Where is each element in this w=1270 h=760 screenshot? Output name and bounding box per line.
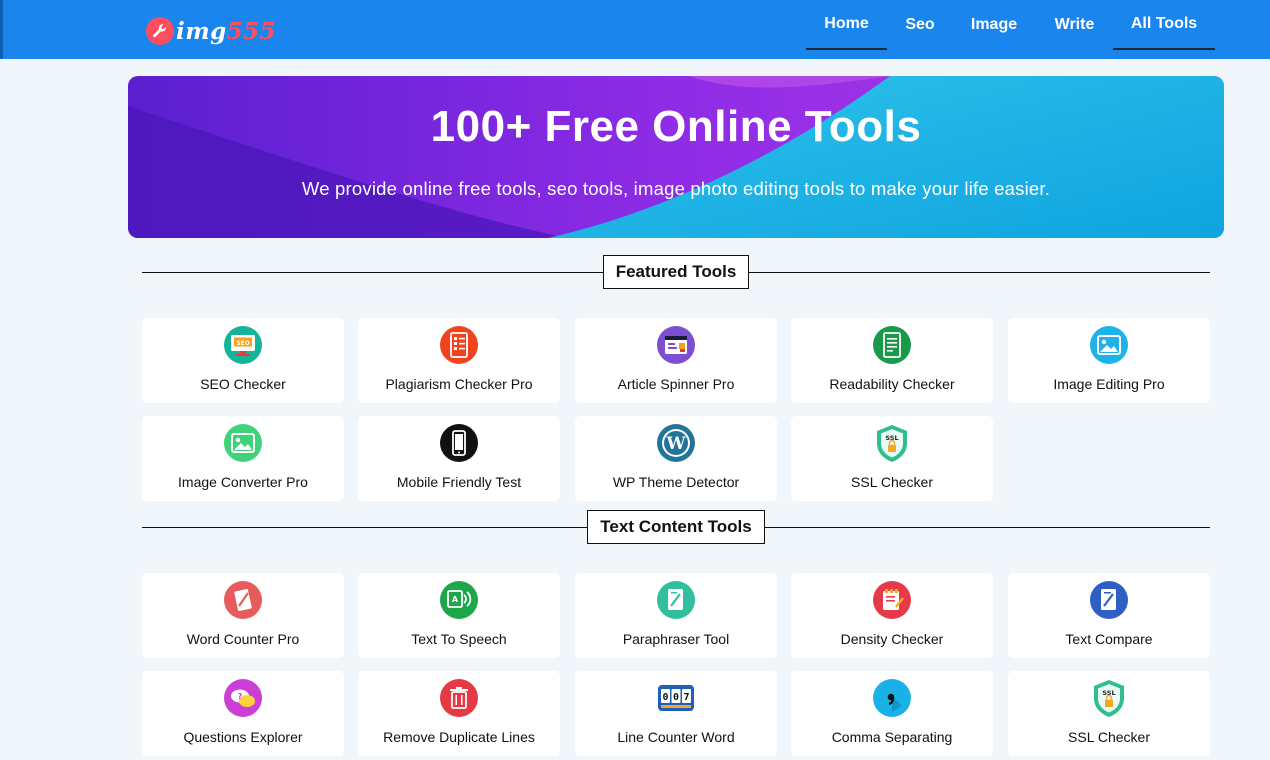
tool-card-remove-duplicate-lines[interactable]: Remove Duplicate Lines (358, 671, 560, 756)
nav-all-tools-label: All Tools (1130, 15, 1198, 32)
trash-icon (439, 678, 479, 718)
tool-card-label: Text To Speech (411, 631, 507, 647)
hero-title: 100+ Free Online Tools (430, 102, 922, 151)
tool-card-plagiarism-checker-pro[interactable]: Plagiarism Checker Pro (358, 318, 560, 403)
tool-card-label: Density Checker (840, 631, 944, 647)
logo-wordmark: img555 (176, 17, 277, 45)
nav-write-label: Write (1054, 16, 1095, 33)
tool-card-label: Mobile Friendly Test (396, 474, 522, 490)
wordpress-icon: W (656, 423, 696, 463)
svg-text:?: ? (238, 692, 243, 701)
site-logo[interactable]: img555 (146, 14, 276, 48)
paraphrase-icon (656, 580, 696, 620)
tool-card-mobile-friendly-test[interactable]: Mobile Friendly Test (358, 416, 560, 501)
tool-card-label: Image Editing Pro (1053, 376, 1165, 392)
tool-card-label: SSL Checker (1068, 729, 1150, 745)
tool-card-seo-checker[interactable]: SEO SEO Checker (142, 318, 344, 403)
nav-seo[interactable]: Seo (895, 0, 945, 50)
nav-image[interactable]: Image (958, 0, 1030, 50)
nav-home-label: Home (824, 15, 869, 32)
svg-text:0: 0 (673, 692, 679, 703)
hero-subtitle: We provide online free tools, seo tools,… (301, 178, 1051, 199)
seo-monitor-icon: SEO (223, 325, 263, 365)
tool-card-readability-checker[interactable]: Readability Checker (791, 318, 993, 403)
tool-card-label: Image Converter Pro (178, 474, 308, 490)
question-bubbles-icon: ? (223, 678, 263, 718)
mobile-icon (439, 423, 479, 463)
tool-card-text-to-speech[interactable]: A Text To Speech (358, 573, 560, 658)
tool-card-article-spinner-pro[interactable]: Article Spinner Pro (575, 318, 777, 403)
tool-card-comma-separating[interactable]: Comma Separating (791, 671, 993, 756)
tool-card-label: Line Counter Word (617, 729, 735, 745)
image-convert-icon (223, 423, 263, 463)
nav-write[interactable]: Write (1043, 0, 1106, 50)
ssl-shield-icon: SSL (1089, 678, 1129, 718)
svg-text:A: A (452, 595, 459, 604)
tool-card-line-counter-word[interactable]: 0 0 7 Line Counter Word (575, 671, 777, 756)
svg-text:SEO: SEO (236, 340, 250, 347)
tool-card-questions-explorer[interactable]: ? Questions Explorer (142, 671, 344, 756)
document-icon (872, 325, 912, 365)
tool-card-ssl-checker[interactable]: SSL SSL Checker (1008, 671, 1210, 756)
counter-icon: 007 (656, 678, 696, 718)
tool-card-label: Paraphraser Tool (622, 631, 730, 647)
tool-card-label: Remove Duplicate Lines (383, 729, 535, 745)
article-icon (656, 325, 696, 365)
tool-card-image-converter-pro[interactable]: Image Converter Pro (142, 416, 344, 501)
tool-card-label: WP Theme Detector (612, 474, 740, 490)
wrench-logo-icon (146, 17, 174, 45)
tool-card-paraphraser-tool[interactable]: Paraphraser Tool (575, 573, 777, 658)
nav-seo-label: Seo (905, 16, 935, 33)
tool-card-label: Article Spinner Pro (617, 376, 735, 392)
image-icon (1089, 325, 1129, 365)
tool-card-label: Questions Explorer (183, 729, 303, 745)
hero-background (128, 76, 1224, 238)
tool-card-word-counter-pro[interactable]: Word Counter Pro (142, 573, 344, 658)
comma-icon (872, 678, 912, 718)
tool-card-label: SSL Checker (851, 474, 933, 490)
left-edge-stripe (0, 0, 3, 59)
tool-card-label: Comma Separating (831, 729, 953, 745)
tool-card-label: Text Compare (1065, 631, 1153, 647)
svg-text:0: 0 (662, 692, 668, 703)
text-speech-icon: A (439, 580, 479, 620)
density-icon (872, 580, 912, 620)
compare-icon (1089, 580, 1129, 620)
tool-card-label: Readability Checker (829, 376, 955, 392)
hero-banner: 100+ Free Online Tools We provide online… (128, 76, 1224, 238)
word-counter-icon (223, 580, 263, 620)
tool-card-text-compare[interactable]: Text Compare (1008, 573, 1210, 658)
tool-card-ssl-checker[interactable]: SSL SSL Checker (791, 416, 993, 501)
section-title-text-content-tools: Text Content Tools (587, 510, 765, 544)
section-title-featured-tools: Featured Tools (603, 255, 749, 289)
tool-card-density-checker[interactable]: Density Checker (791, 573, 993, 658)
ssl-shield-icon: SSL (872, 423, 912, 463)
nav-image-label: Image (970, 16, 1018, 33)
tool-card-label: Plagiarism Checker Pro (385, 376, 533, 392)
nav-all-tools[interactable]: All Tools (1113, 0, 1215, 50)
tool-card-wp-theme-detector[interactable]: W WP Theme Detector (575, 416, 777, 501)
nav-home[interactable]: Home (806, 0, 887, 50)
tool-card-label: SEO Checker (200, 376, 286, 392)
top-navigation-bar: img555 Home Seo Image Write All Tools (0, 0, 1270, 59)
svg-text:W: W (665, 434, 686, 454)
tool-card-label: Word Counter Pro (186, 631, 300, 647)
svg-text:7: 7 (683, 692, 689, 703)
tool-card-image-editing-pro[interactable]: Image Editing Pro (1008, 318, 1210, 403)
checklist-icon (439, 325, 479, 365)
